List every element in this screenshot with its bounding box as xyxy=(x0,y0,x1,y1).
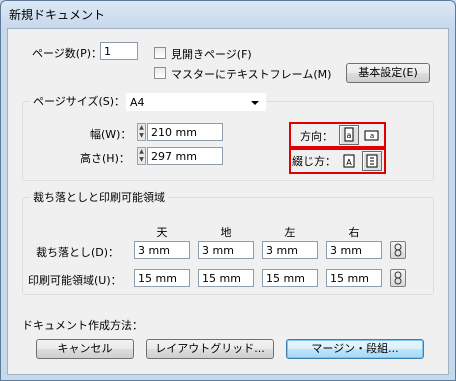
pages-label: ページ数(P)： xyxy=(32,47,102,60)
bleed-left-input[interactable]: 3 mm xyxy=(262,241,318,259)
column-right: 右 xyxy=(348,226,360,239)
page-size-select[interactable]: A4 xyxy=(126,93,266,111)
facing-pages-label: 見開きページ(F) xyxy=(171,48,252,61)
layout-grid-button[interactable]: レイアウトグリッド... xyxy=(146,339,274,359)
spin-down-icon[interactable]: ▼ xyxy=(138,156,145,164)
spin-down-icon[interactable]: ▼ xyxy=(138,132,145,140)
svg-text:a: a xyxy=(370,132,374,140)
pages-input[interactable]: 1 xyxy=(100,42,138,60)
master-text-frame-label: マスターにテキストフレーム(M) xyxy=(171,68,332,81)
bleed-right-input[interactable]: 3 mm xyxy=(326,241,382,259)
facing-pages-checkbox[interactable] xyxy=(154,47,166,59)
bleed-bottom-input[interactable]: 3 mm xyxy=(198,241,254,259)
page-size-value: A4 xyxy=(130,96,145,109)
svg-text:a: a xyxy=(347,131,352,140)
chain-link-icon[interactable] xyxy=(390,241,406,259)
svg-text:A: A xyxy=(346,158,352,167)
slug-left-input[interactable]: 15 mm xyxy=(262,269,318,287)
height-label: 高さ(H)： xyxy=(80,152,130,165)
column-bottom: 地 xyxy=(220,226,232,239)
column-top: 天 xyxy=(156,226,168,239)
chain-link-icon[interactable] xyxy=(390,269,406,287)
portrait-page-icon[interactable]: a xyxy=(339,125,359,145)
basic-settings-button[interactable]: 基本設定(E) xyxy=(346,63,430,83)
width-label: 幅(W)： xyxy=(90,128,132,141)
orientation-label: 方向： xyxy=(300,130,333,143)
height-spinner[interactable]: ▲ ▼ xyxy=(137,147,146,165)
page-size-label: ページサイズ(S)： xyxy=(30,93,129,109)
dialog-body: ページ数(P)： 1 見開きページ(F) マスターにテキストフレーム(M) 基本… xyxy=(7,28,449,375)
bind-left-icon[interactable]: A xyxy=(339,151,359,171)
master-text-frame-checkbox[interactable] xyxy=(154,67,166,79)
create-method-label: ドキュメント作成方法： xyxy=(22,319,143,332)
dialog-window: 新規ドキュメント ページ数(P)： 1 見開きページ(F) マスターにテキストフ… xyxy=(0,0,456,381)
height-input[interactable]: 297 mm xyxy=(147,147,223,165)
binding-label: 綴じ方： xyxy=(292,155,336,168)
width-spinner[interactable]: ▲ ▼ xyxy=(137,123,146,141)
landscape-page-icon[interactable]: a xyxy=(362,125,382,145)
cancel-button[interactable]: キャンセル xyxy=(36,339,134,359)
margin-columns-button[interactable]: マージン・段組... xyxy=(286,339,424,359)
bleed-label: 裁ち落とし(D)： xyxy=(36,246,120,259)
slug-label: 印刷可能領域(U)： xyxy=(28,274,122,287)
column-left: 左 xyxy=(284,226,296,239)
slug-top-input[interactable]: 15 mm xyxy=(134,269,190,287)
width-input[interactable]: 210 mm xyxy=(147,123,223,141)
bleed-top-input[interactable]: 3 mm xyxy=(134,241,190,259)
slug-right-input[interactable]: 15 mm xyxy=(326,269,382,287)
window-title: 新規ドキュメント xyxy=(9,8,106,22)
bleed-slug-title: 裁ち落としと印刷可能領域 xyxy=(30,189,168,205)
spin-up-icon[interactable]: ▲ xyxy=(138,148,145,156)
chevron-down-icon xyxy=(251,101,259,105)
bind-right-icon[interactable] xyxy=(362,151,382,171)
spin-up-icon[interactable]: ▲ xyxy=(138,124,145,132)
slug-bottom-input[interactable]: 15 mm xyxy=(198,269,254,287)
